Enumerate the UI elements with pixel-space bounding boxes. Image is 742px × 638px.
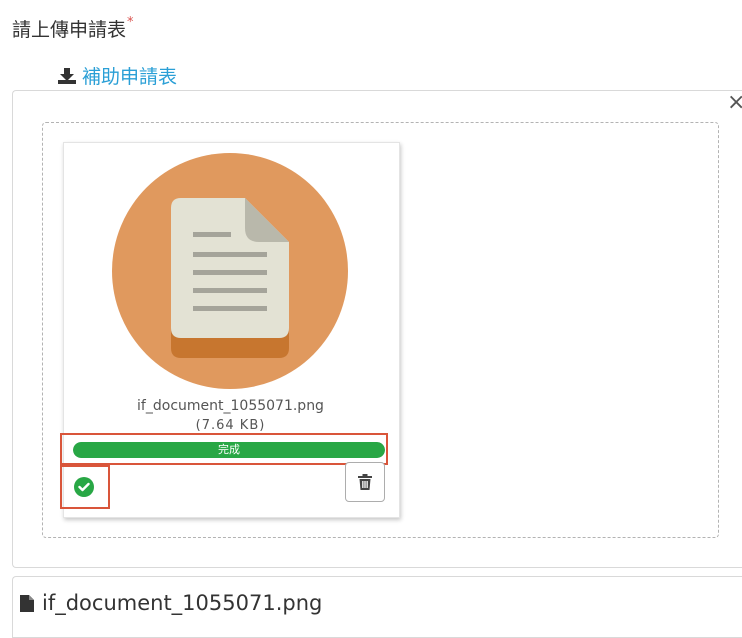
trash-icon — [358, 474, 372, 490]
preview-file-name: if_document_1055071.png — [137, 398, 324, 414]
caption-filename: if_document_1055071.png — [42, 591, 323, 615]
field-label: 請上傳申請表* — [12, 15, 134, 42]
highlight-box-status — [60, 465, 110, 509]
caption-file: if_document_1055071.png — [20, 591, 322, 615]
download-link-label: 補助申請表 — [82, 66, 178, 88]
document-icon — [112, 153, 348, 389]
download-template-link[interactable]: 補助申請表 — [58, 62, 177, 89]
highlight-box-progress — [60, 433, 388, 465]
required-mark: * — [127, 15, 134, 30]
field-label-text: 請上傳申請表 — [12, 19, 127, 41]
preview-file-size: (7.64 KB) — [195, 418, 266, 433]
close-button[interactable]: × — [727, 92, 742, 114]
file-icon — [20, 594, 34, 612]
download-icon — [58, 67, 76, 84]
delete-file-button[interactable] — [345, 462, 385, 502]
